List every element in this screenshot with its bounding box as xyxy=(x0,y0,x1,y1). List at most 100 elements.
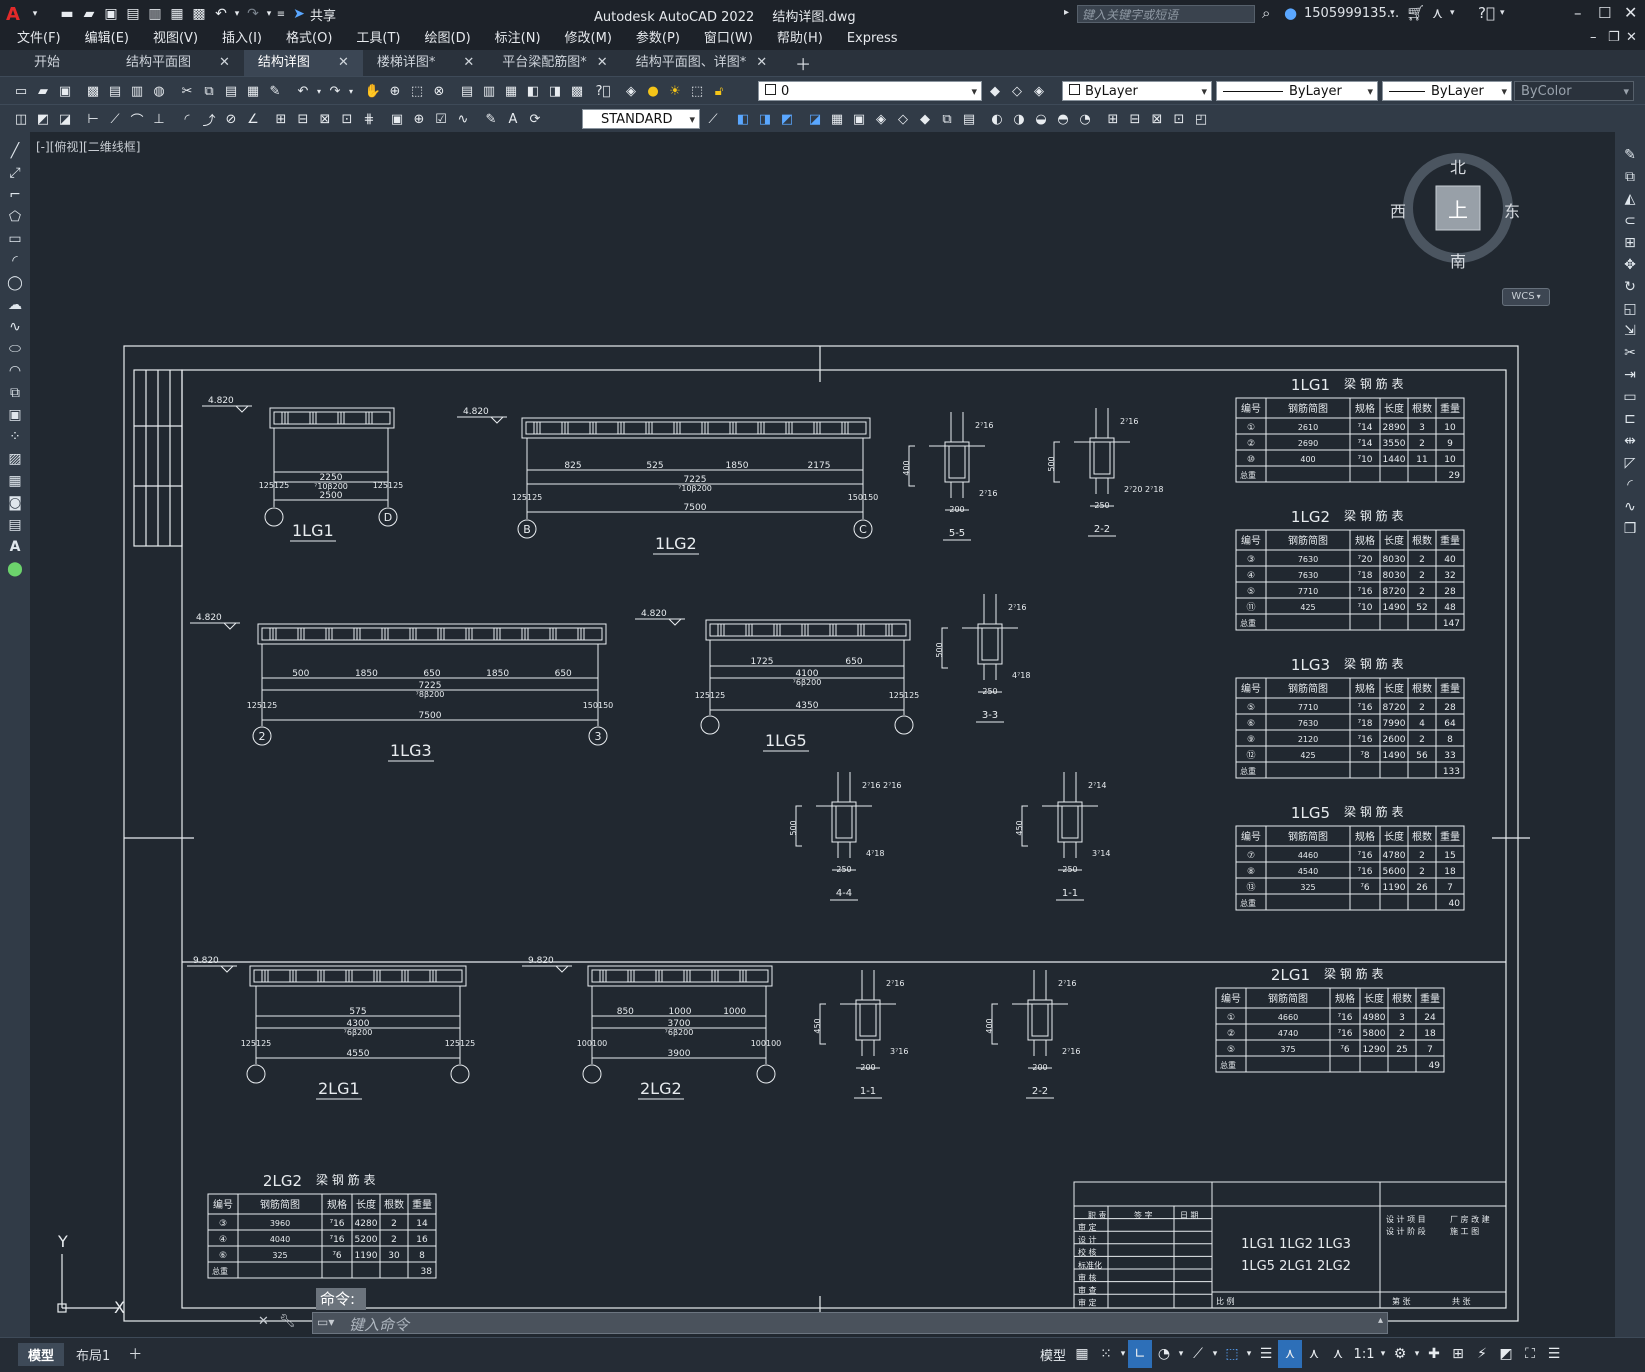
shade1-icon[interactable]: ◐ xyxy=(986,107,1008,131)
calculator-icon[interactable]: ▩ xyxy=(566,79,588,103)
scale-dropdown-icon[interactable]: ▾ xyxy=(1378,1340,1388,1368)
doc-close-icon[interactable]: ✕ xyxy=(1626,30,1637,45)
match-prop-icon[interactable]: ▦ xyxy=(242,79,264,103)
tool-palettes-icon[interactable]: ▦ xyxy=(500,79,522,103)
command-expand-icon[interactable]: ▴ xyxy=(1378,1315,1383,1326)
add-layout-plus-icon[interactable]: ＋ xyxy=(122,1342,148,1366)
section-2-2[interactable] xyxy=(991,970,1068,1099)
command-close-icon[interactable]: ✕ xyxy=(258,1314,269,1329)
menu-help[interactable]: 帮助(H) xyxy=(765,28,835,50)
dim-update-icon[interactable]: ⟳ xyxy=(524,107,546,131)
ucs4-icon[interactable]: ⊡ xyxy=(1168,107,1190,131)
maximize-icon[interactable]: ☐ xyxy=(1598,4,1611,22)
help-dropdown-icon[interactable]: ▾ xyxy=(1500,8,1505,18)
tab-model[interactable]: 模型 xyxy=(18,1342,65,1366)
redo-icon[interactable]: ↷ xyxy=(242,3,264,25)
text-style-icon[interactable]: ◩ xyxy=(32,107,54,131)
polygon-icon[interactable]: ⬠ xyxy=(0,206,30,228)
view-cube2-icon[interactable]: ◨ xyxy=(754,107,776,131)
layer-on-icon[interactable]: ● xyxy=(642,79,664,103)
layer-lock-icon[interactable]: 🔓︎ xyxy=(708,79,730,103)
view-cube9-icon[interactable]: ◆ xyxy=(914,107,936,131)
section-5-5[interactable] xyxy=(908,412,985,541)
offset-icon[interactable]: ⊂ xyxy=(1615,210,1645,232)
trim-icon[interactable]: ✂ xyxy=(1615,342,1645,364)
command-input[interactable]: ▭▾ 键入命令 ▴ xyxy=(312,1312,1388,1334)
erase-icon[interactable]: ✎ xyxy=(1615,144,1645,166)
drawing-viewport[interactable]: [-][俯视][二维线框] 北 南 东 西 上 WCS ▾ 4.820 1LG1… xyxy=(30,132,1615,1337)
sheet-set-icon[interactable]: ◧ xyxy=(522,79,544,103)
print-preview-icon[interactable]: ▤ xyxy=(104,79,126,103)
clean-screen-icon[interactable]: ⛶ xyxy=(1518,1340,1542,1368)
revision-cloud-icon[interactable]: ☁︎ xyxy=(0,294,30,316)
print-icon[interactable]: ▩ xyxy=(82,79,104,103)
pan-icon[interactable]: ✋ xyxy=(362,79,384,103)
rectangle-icon[interactable]: ▭ xyxy=(0,228,30,250)
line-tool-icon[interactable]: ╱ xyxy=(0,140,30,162)
app-menu-dropdown-icon[interactable]: ▾ xyxy=(1450,8,1455,18)
tab-structure-plan[interactable]: 结构平面图 ✕ xyxy=(112,50,244,76)
array-icon[interactable]: ⊞ xyxy=(1615,232,1645,254)
undo-toolbar-dropdown-icon[interactable]: ▾ xyxy=(314,79,324,103)
view-cube6-icon[interactable]: ▣ xyxy=(848,107,870,131)
web-open-icon[interactable]: ▥ xyxy=(144,3,166,25)
isodraft-dropdown-icon[interactable]: ▾ xyxy=(1210,1340,1220,1368)
new-file-icon[interactable]: ▬ xyxy=(56,3,78,25)
copy-icon[interactable]: ⧉ xyxy=(198,79,220,103)
ucs3-icon[interactable]: ⊠ xyxy=(1146,107,1168,131)
section-2-2[interactable] xyxy=(1053,408,1130,537)
extend-icon[interactable]: ⇥ xyxy=(1615,364,1645,386)
ucs2-icon[interactable]: ⊟ xyxy=(1124,107,1146,131)
redo-dropdown-icon[interactable]: ▾ xyxy=(264,3,274,25)
mirror-icon[interactable]: ◭ xyxy=(1615,188,1645,210)
scale-icon[interactable]: ◱ xyxy=(1615,298,1645,320)
properties-icon[interactable]: ▤ xyxy=(456,79,478,103)
ortho-icon[interactable]: ∟ xyxy=(1128,1340,1153,1368)
share-button[interactable]: 共享 xyxy=(310,5,336,24)
annotation-scale-value[interactable]: 1:1 xyxy=(1350,1340,1378,1368)
view-cube10-icon[interactable]: ⧉ xyxy=(936,107,958,131)
user-menu-chevron-icon[interactable]: ▾ xyxy=(1390,8,1395,18)
text-style-dropdown[interactable]: STANDARD ▾ xyxy=(582,109,700,129)
menu-dimension[interactable]: 标注(N) xyxy=(483,28,553,50)
autodesk-app-icon[interactable]: ⋏ xyxy=(1432,4,1443,22)
command-customize-icon[interactable]: 🔧︎ xyxy=(279,1314,296,1329)
polar-icon[interactable]: ◔ xyxy=(1152,1340,1176,1368)
plotstyle-dropdown[interactable]: ByColor ▾ xyxy=(1514,81,1634,101)
menu-parametric[interactable]: 参数(P) xyxy=(624,28,692,50)
quick-dim-icon[interactable]: ⊞ xyxy=(270,107,292,131)
zoom-window-icon[interactable]: ⬚ xyxy=(406,79,428,103)
move-icon[interactable]: ✥ xyxy=(1615,254,1645,276)
inspect-icon[interactable]: ☑ xyxy=(430,107,452,131)
redo-toolbar-dropdown-icon[interactable]: ▾ xyxy=(346,79,356,103)
annotation-scale-icon[interactable]: ⋏ xyxy=(1326,1340,1350,1368)
annotation-visibility-icon[interactable]: ⋏ xyxy=(1278,1340,1303,1368)
command-recent-icon[interactable]: ▭▾ xyxy=(317,1315,334,1329)
point-icon[interactable]: ⁘ xyxy=(0,426,30,448)
shade5-icon[interactable]: ◔ xyxy=(1074,107,1096,131)
snap-icon[interactable]: ⁙ xyxy=(1094,1340,1118,1368)
view-cube1-icon[interactable]: ◧ xyxy=(732,107,754,131)
qnew-icon[interactable]: ▭ xyxy=(10,79,32,103)
doc-minimize-icon[interactable]: – xyxy=(1590,30,1597,45)
shade2-icon[interactable]: ◑ xyxy=(1008,107,1030,131)
web-save-icon[interactable]: ▦ xyxy=(166,3,188,25)
ellipse-icon[interactable]: ⬭ xyxy=(0,338,30,360)
help-toolbar-icon[interactable]: ?⃝ xyxy=(592,79,614,103)
share-icon[interactable]: ➤ xyxy=(288,3,310,25)
dim-style-icon[interactable]: ◫ xyxy=(10,107,32,131)
tab-platform-beam[interactable]: 平台梁配筋图* ✕ xyxy=(488,50,621,76)
ellipse-arc-icon[interactable]: ◠ xyxy=(0,360,30,382)
publish-icon[interactable]: ▥ xyxy=(126,79,148,103)
construction-line-icon[interactable]: ⤢ xyxy=(0,162,30,184)
ordinate-dim-icon[interactable]: ⊥ xyxy=(148,107,170,131)
view-cube5-icon[interactable]: ▦ xyxy=(826,107,848,131)
units-icon[interactable]: ⊞ xyxy=(1446,1340,1470,1368)
view-cube7-icon[interactable]: ◈ xyxy=(870,107,892,131)
view-cube3-icon[interactable]: ◩ xyxy=(776,107,798,131)
insert-block-icon[interactable]: ⧉ xyxy=(0,382,30,404)
tab-stair-detail[interactable]: 楼梯详图* ✕ xyxy=(363,50,488,76)
plot-icon[interactable]: ▩ xyxy=(188,3,210,25)
gradient-icon[interactable]: ▦ xyxy=(0,470,30,492)
menu-window[interactable]: 窗口(W) xyxy=(692,28,765,50)
